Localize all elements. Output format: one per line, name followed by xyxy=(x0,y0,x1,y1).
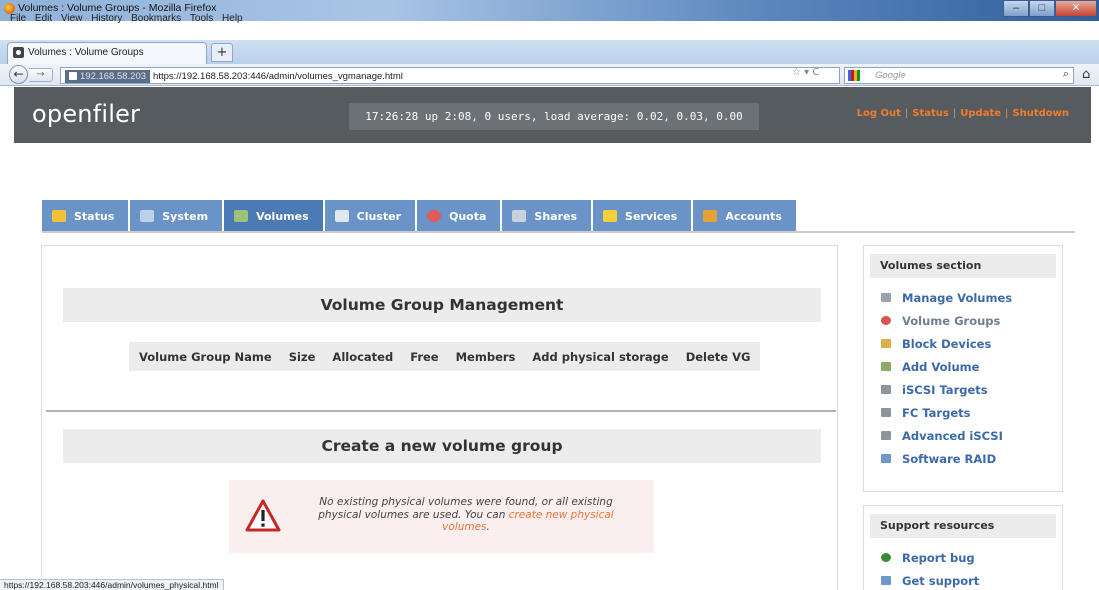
menu-help[interactable]: Help xyxy=(222,13,243,24)
support-resources-panel: Support resources Report bug Get support xyxy=(863,505,1063,590)
shutdown-link[interactable]: Shutdown xyxy=(1012,108,1069,119)
google-icon xyxy=(848,70,860,81)
volumes-icon xyxy=(234,210,249,222)
warning-icon xyxy=(245,499,281,532)
accounts-icon xyxy=(703,210,718,222)
advanced-iscsi-icon xyxy=(881,431,891,440)
tab-shares[interactable]: Shares xyxy=(502,200,594,232)
volumes-section-heading: Volumes section xyxy=(870,254,1056,278)
sidebar-item-iscsi-targets[interactable]: iSCSI Targets xyxy=(881,378,1062,401)
col-vg-name: Volume Group Name xyxy=(139,349,272,364)
forward-button[interactable]: → xyxy=(29,68,53,82)
tab-status[interactable]: Status xyxy=(42,200,131,232)
menu-bar: File Edit View History Bookmarks Tools H… xyxy=(0,13,243,24)
manage-volumes-icon xyxy=(881,293,891,302)
report-bug-icon xyxy=(881,553,891,562)
back-button[interactable]: ← xyxy=(9,65,28,84)
sidebar-item-volume-groups[interactable]: Volume Groups xyxy=(881,309,1062,332)
uptime-status: 17:26:28 up 2:08, 0 users, load average:… xyxy=(349,103,759,130)
volume-groups-icon xyxy=(881,316,891,325)
maximize-button[interactable]: □ xyxy=(1029,0,1055,17)
sidebar-item-manage-volumes[interactable]: Manage Volumes xyxy=(881,286,1062,309)
navigation-toolbar: ← → 192.168.58.203 https://192.168.58.203… xyxy=(0,64,1099,86)
fc-targets-icon xyxy=(881,408,891,417)
system-icon xyxy=(140,210,155,222)
get-support-icon xyxy=(881,576,891,585)
openfiler-header: openfiler 17:26:28 up 2:08, 0 users, loa… xyxy=(14,87,1091,143)
openfiler-favicon-icon xyxy=(13,47,24,58)
search-input[interactable]: Google ⌕ xyxy=(844,67,1074,84)
col-add-storage: Add physical storage xyxy=(532,349,669,364)
menu-file[interactable]: File xyxy=(10,13,26,24)
site-identity-icon xyxy=(69,72,77,80)
tab-system[interactable]: System xyxy=(130,200,225,232)
site-identity-button[interactable]: 192.168.58.203 xyxy=(65,70,151,83)
minimize-button[interactable]: – xyxy=(1003,0,1029,17)
tab-cluster[interactable]: Cluster xyxy=(324,200,417,232)
search-icon[interactable]: ⌕ xyxy=(1063,68,1069,81)
sidebar-item-add-volume[interactable]: Add Volume xyxy=(881,355,1062,378)
col-members: Members xyxy=(455,349,516,364)
status-icon xyxy=(52,210,66,222)
quota-icon xyxy=(427,210,441,222)
browser-tab-title: Volumes : Volume Groups xyxy=(28,47,144,58)
sidebar-item-block-devices[interactable]: Block Devices xyxy=(881,332,1062,355)
window-controls: – □ ✕ xyxy=(1003,0,1097,17)
menu-view[interactable]: View xyxy=(61,13,83,24)
menu-tools[interactable]: Tools xyxy=(190,13,213,24)
vg-management-title: Volume Group Management xyxy=(63,288,821,322)
cluster-icon xyxy=(334,210,349,222)
update-link[interactable]: Update xyxy=(960,108,1001,119)
create-vg-title: Create a new volume group xyxy=(63,429,821,463)
tab-accounts[interactable]: Accounts xyxy=(693,200,798,232)
bookmark-star-icon[interactable]: ☆ ▾ C xyxy=(792,67,819,78)
iscsi-targets-icon xyxy=(881,385,891,394)
header-links: Log Out | Status | Update | Shutdown xyxy=(856,108,1069,119)
menu-edit[interactable]: Edit xyxy=(35,13,52,24)
support-resources-heading: Support resources xyxy=(870,514,1056,538)
add-volume-icon xyxy=(881,362,891,371)
url-text: https://192.168.58.203:446/admin/volumes… xyxy=(153,71,403,82)
shares-icon xyxy=(512,210,527,222)
status-link[interactable]: Status xyxy=(912,108,949,119)
tab-services[interactable]: Services xyxy=(593,200,694,232)
status-bar-url: https://192.168.58.203:446/admin/volumes… xyxy=(0,579,224,590)
browser-tab[interactable]: Volumes : Volume Groups xyxy=(7,42,207,64)
sidebar-item-report-bug[interactable]: Report bug xyxy=(881,546,1062,569)
sidebar-item-advanced-iscsi[interactable]: Advanced iSCSI xyxy=(881,424,1062,447)
tab-volumes[interactable]: Volumes xyxy=(224,200,325,232)
col-free: Free xyxy=(410,349,439,364)
warning-message: No existing physical volumes were found,… xyxy=(229,480,654,553)
col-size: Size xyxy=(288,349,316,364)
home-icon[interactable]: ⌂ xyxy=(1082,67,1090,82)
software-raid-icon xyxy=(881,454,891,463)
close-window-button[interactable]: ✕ xyxy=(1055,0,1097,17)
new-tab-button[interactable]: + xyxy=(211,43,233,62)
tab-quota[interactable]: Quota xyxy=(417,200,503,232)
tab-underline xyxy=(42,231,1075,233)
vg-table-header: Volume Group Name Size Allocated Free Me… xyxy=(129,342,761,371)
search-placeholder: Google xyxy=(875,70,906,81)
warning-text: No existing physical volumes were found,… xyxy=(318,496,614,533)
main-content: Volume Group Management Volume Group Nam… xyxy=(41,245,838,590)
menu-bookmarks[interactable]: Bookmarks xyxy=(131,13,181,24)
url-bar[interactable]: 192.168.58.203 https://192.168.58.203:446… xyxy=(60,67,840,84)
logout-link[interactable]: Log Out xyxy=(857,108,901,119)
section-divider xyxy=(46,410,836,412)
sidebar-item-fc-targets[interactable]: FC Targets xyxy=(881,401,1062,424)
block-devices-icon xyxy=(881,339,891,348)
services-icon xyxy=(603,210,618,222)
volumes-section-panel: Volumes section Manage Volumes Volume Gr… xyxy=(863,245,1063,492)
main-nav-tabs: Status System Volumes Cluster Quota Shar… xyxy=(42,200,798,232)
openfiler-logo: openfiler xyxy=(32,100,141,128)
sidebar-item-get-support[interactable]: Get support xyxy=(881,569,1062,590)
col-allocated: Allocated xyxy=(332,349,394,364)
sidebar-item-software-raid[interactable]: Software RAID xyxy=(881,447,1062,470)
tab-strip: Volumes : Volume Groups + xyxy=(0,40,1099,64)
col-delete-vg: Delete VG xyxy=(685,349,751,364)
menu-history[interactable]: History xyxy=(91,13,122,24)
